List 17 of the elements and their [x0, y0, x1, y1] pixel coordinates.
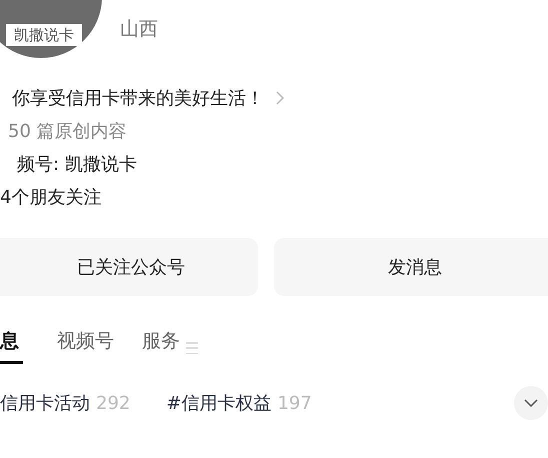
- hashtag-link[interactable]: #信用卡权益: [166, 390, 272, 416]
- friends-text: 4个朋友关注: [0, 187, 102, 208]
- hashtag-count: 292: [96, 392, 130, 416]
- article-count: 50 篇原创内容: [8, 121, 127, 142]
- bio-text: 你享受信用卡带来的美好生活！: [12, 86, 264, 110]
- avatar-label: 凯撒说卡: [14, 28, 74, 42]
- tab[interactable]: 服务: [142, 326, 180, 364]
- message-button[interactable]: 发消息: [274, 238, 548, 296]
- chevron-down-icon: [524, 399, 538, 407]
- hashtag-count: 197: [277, 392, 312, 416]
- chevron-right-icon: [276, 91, 284, 105]
- hashtag-link[interactable]: 信用卡活动: [0, 390, 90, 416]
- tab[interactable]: 视频号: [57, 326, 114, 364]
- follow-button[interactable]: 已关注公众号: [0, 238, 258, 296]
- location-text: 山西: [120, 17, 158, 42]
- channel-text: 频号: 凯撒说卡: [17, 154, 137, 175]
- expand-button[interactable]: [514, 386, 548, 420]
